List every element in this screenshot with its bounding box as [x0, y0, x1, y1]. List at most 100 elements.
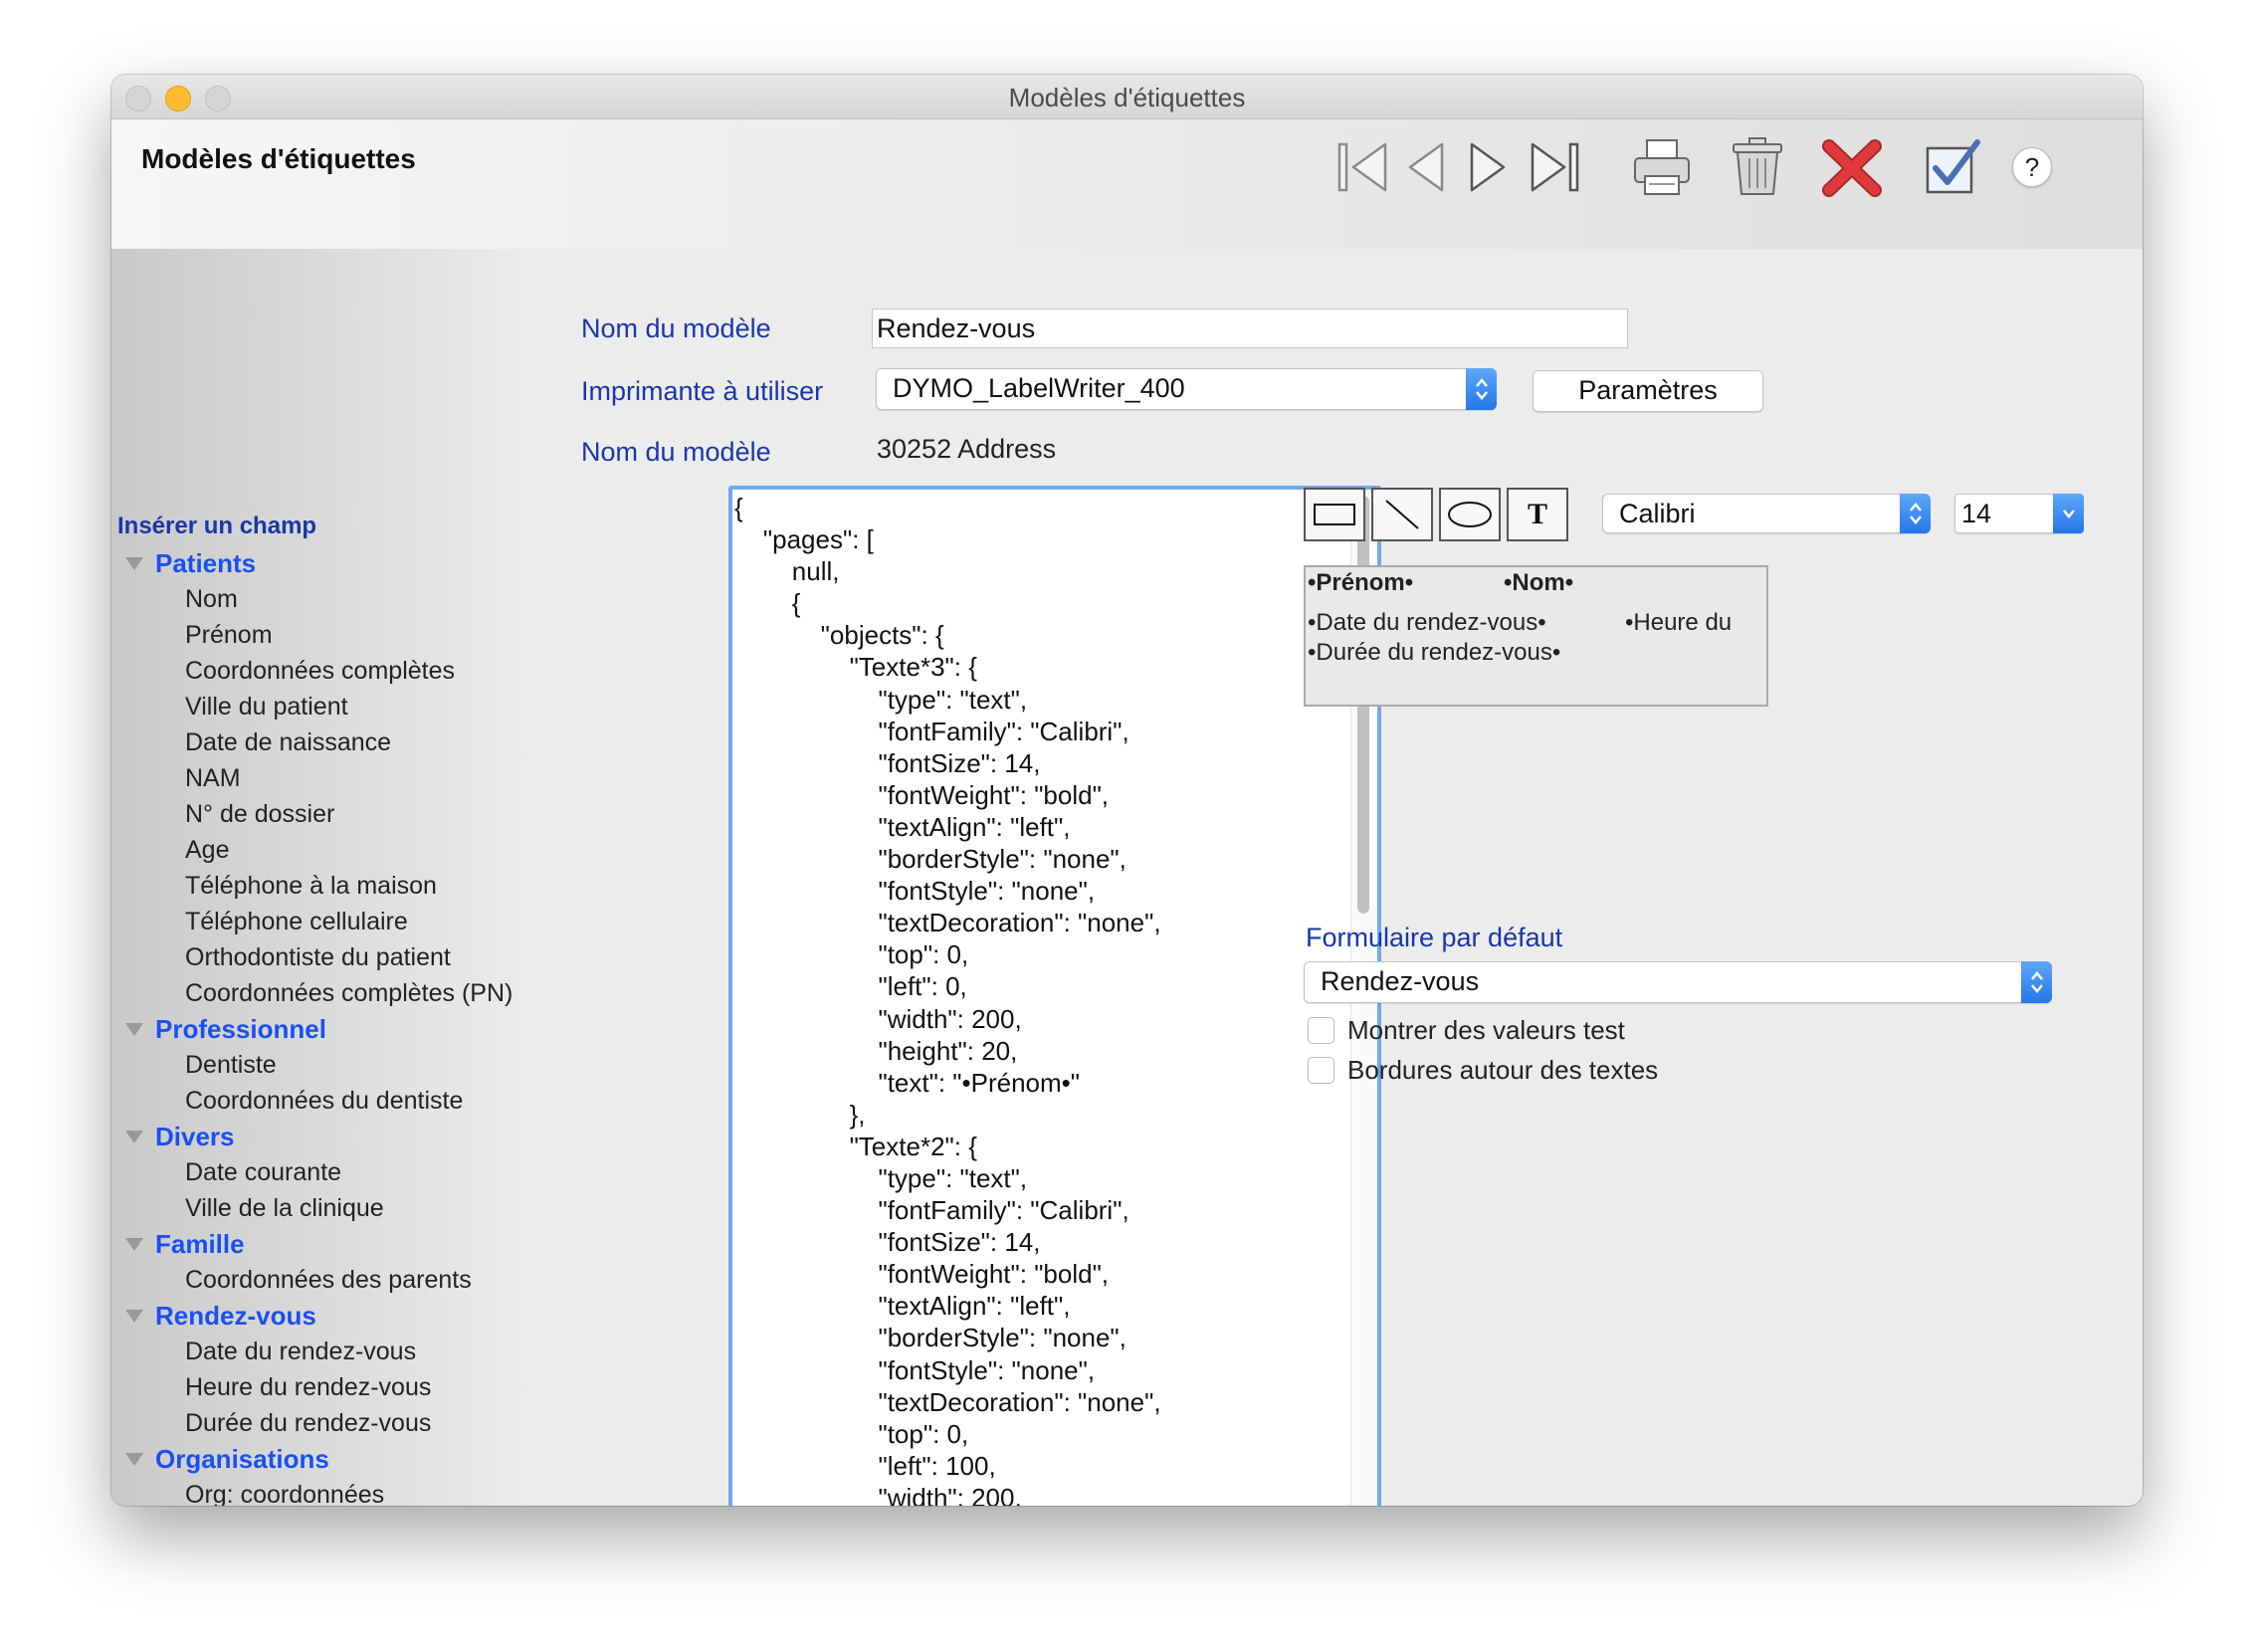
sidebar: Insérer un champ Patients Nom Prénom Coo…	[111, 249, 529, 1506]
text-tool-icon: T	[1527, 498, 1547, 530]
printer-label: Imprimante à utiliser	[581, 376, 824, 406]
next-record-button[interactable]	[1455, 135, 1519, 199]
tree-group-organisations[interactable]: Organisations	[111, 1441, 529, 1477]
tree-item-nom[interactable]: Nom	[111, 581, 529, 617]
disclosure-triangle-icon[interactable]	[125, 1310, 143, 1323]
printer-select-value: DYMO_LabelWriter_400	[893, 373, 1185, 403]
main-content: Nom du modèle Rendez-vous Imprimante à u…	[529, 249, 2143, 1506]
delete-button[interactable]	[1726, 135, 1789, 199]
main-window: Modèles d'étiquettes Modèles d'étiquette…	[111, 75, 2143, 1506]
insert-field-title: Insérer un champ	[117, 513, 317, 539]
line-tool-icon	[1385, 500, 1419, 529]
tree-group-divers[interactable]: Divers	[111, 1119, 529, 1154]
oval-tool-button[interactable]	[1439, 488, 1501, 541]
last-record-icon	[1531, 142, 1579, 192]
json-editor[interactable]: { "pages": [ null, { "objects": { "Texte…	[728, 486, 1381, 1506]
tree-item-org-coordonnees[interactable]: Org: coordonnées	[111, 1477, 529, 1506]
tree-group-patients[interactable]: Patients	[111, 545, 529, 581]
print-button[interactable]	[1630, 135, 1694, 199]
tree-group-professionnel[interactable]: Professionnel	[111, 1011, 529, 1047]
tree-item-heure-rdv[interactable]: Heure du rendez-vous	[111, 1369, 529, 1405]
tree-item-orthodontiste[interactable]: Orthodontiste du patient	[111, 939, 529, 975]
preview-date[interactable]: •Date du rendez-vous•	[1308, 609, 1546, 637]
label-preview[interactable]: •Prénom• •Nom• •Date du rendez-vous• •He…	[1304, 565, 1768, 707]
help-icon: ?	[2012, 147, 2052, 187]
tree-item-prenom[interactable]: Prénom	[111, 617, 529, 653]
tree-item-dentiste[interactable]: Dentiste	[111, 1047, 529, 1083]
tree-item-coord-parents[interactable]: Coordonnées des parents	[111, 1262, 529, 1298]
borders-around-text-checkbox[interactable]	[1308, 1057, 1334, 1084]
printer-select[interactable]: DYMO_LabelWriter_400	[876, 368, 1497, 410]
tree-group-rendez-vous[interactable]: Rendez-vous	[111, 1298, 529, 1334]
preview-nom[interactable]: •Nom•	[1504, 569, 1573, 597]
tree-item-coordonnees-pn[interactable]: Coordonnées complètes (PN)	[111, 975, 529, 1011]
first-record-button[interactable]	[1331, 135, 1395, 199]
template-name-label: Nom du modèle	[581, 313, 771, 343]
checkmark-validate-icon	[1926, 139, 1980, 194]
tree-item-tel-cellulaire[interactable]: Téléphone cellulaire	[111, 904, 529, 939]
rectangle-tool-icon	[1314, 504, 1355, 525]
help-label: ?	[2024, 152, 2040, 182]
disclosure-triangle-icon[interactable]	[125, 1453, 143, 1466]
font-size-combo[interactable]: 14	[1954, 494, 2084, 533]
model-name-value: 30252 Address	[877, 434, 1057, 464]
disclosure-triangle-icon[interactable]	[125, 1131, 143, 1143]
tree-item-date-rdv[interactable]: Date du rendez-vous	[111, 1334, 529, 1369]
disclosure-triangle-icon[interactable]	[125, 1023, 143, 1036]
next-record-icon	[1470, 142, 1506, 192]
show-test-values-checkbox[interactable]	[1308, 1017, 1334, 1044]
last-record-button[interactable]	[1523, 135, 1586, 199]
default-form-value: Rendez-vous	[1321, 966, 1480, 996]
tree-item-tel-maison[interactable]: Téléphone à la maison	[111, 868, 529, 904]
rectangle-tool-button[interactable]	[1304, 488, 1365, 541]
tree-item-date-courante[interactable]: Date courante	[111, 1154, 529, 1190]
tree-item-age[interactable]: Age	[111, 832, 529, 868]
close-x-icon	[1822, 139, 1882, 197]
header-bar: Modèles d'étiquettes ?	[111, 119, 2143, 249]
default-form-select[interactable]: Rendez-vous	[1304, 961, 2052, 1003]
show-test-values-label[interactable]: Montrer des valeurs test	[1347, 1015, 1625, 1046]
previous-record-icon	[1408, 142, 1444, 192]
line-tool-button[interactable]	[1371, 488, 1433, 541]
parameters-button[interactable]: Paramètres	[1533, 370, 1763, 412]
cancel-button[interactable]	[1821, 135, 1885, 199]
template-name-field[interactable]: Rendez-vous	[872, 309, 1628, 348]
disclosure-triangle-icon[interactable]	[125, 1238, 143, 1251]
print-icon	[1634, 139, 1690, 195]
font-size-value: 14	[1961, 499, 1992, 528]
validate-button[interactable]	[1921, 135, 1984, 199]
oval-tool-icon	[1448, 502, 1492, 527]
disclosure-triangle-icon[interactable]	[125, 557, 143, 570]
tree-item-coordonnees[interactable]: Coordonnées complètes	[111, 653, 529, 689]
text-tool-button[interactable]: T	[1507, 488, 1568, 541]
window-title: Modèles d'étiquettes	[1008, 83, 1246, 112]
tree-item-ville[interactable]: Ville du patient	[111, 689, 529, 724]
updown-chevron-icon	[1466, 368, 1497, 410]
tree-group-famille[interactable]: Famille	[111, 1226, 529, 1262]
page-title: Modèles d'étiquettes	[141, 143, 416, 174]
preview-duree[interactable]: •Durée du rendez-vous•	[1308, 639, 1560, 667]
tree-item-dossier[interactable]: N° de dossier	[111, 796, 529, 832]
borders-around-text-label[interactable]: Bordures autour des textes	[1347, 1055, 1658, 1086]
first-record-icon	[1337, 142, 1387, 192]
help-button[interactable]: ?	[2000, 135, 2064, 199]
updown-chevron-icon	[1900, 494, 1931, 533]
font-family-value: Calibri	[1619, 499, 1696, 528]
default-form-label: Formulaire par défaut	[1306, 923, 1563, 952]
json-editor-content[interactable]: { "pages": [ null, { "objects": { "Texte…	[734, 492, 1161, 1506]
preview-prenom[interactable]: •Prénom•	[1308, 569, 1413, 597]
tree-item-nam[interactable]: NAM	[111, 760, 529, 796]
tree-item-duree-rdv[interactable]: Durée du rendez-vous	[111, 1405, 529, 1441]
title-bar: Modèles d'étiquettes	[111, 75, 2143, 119]
tree-item-ville-clinique[interactable]: Ville de la clinique	[111, 1190, 529, 1226]
tree-item-coord-dentiste[interactable]: Coordonnées du dentiste	[111, 1083, 529, 1119]
field-tree: Patients Nom Prénom Coordonnées complète…	[111, 545, 529, 1506]
model-name-label: Nom du modèle	[581, 437, 771, 467]
previous-record-button[interactable]	[1395, 135, 1459, 199]
preview-heure[interactable]: •Heure du	[1625, 609, 1732, 637]
updown-chevron-icon	[2021, 961, 2052, 1003]
trash-icon	[1733, 137, 1782, 195]
font-family-select[interactable]: Calibri	[1602, 494, 1931, 533]
tree-item-naissance[interactable]: Date de naissance	[111, 724, 529, 760]
chevron-down-icon[interactable]	[2053, 494, 2084, 533]
